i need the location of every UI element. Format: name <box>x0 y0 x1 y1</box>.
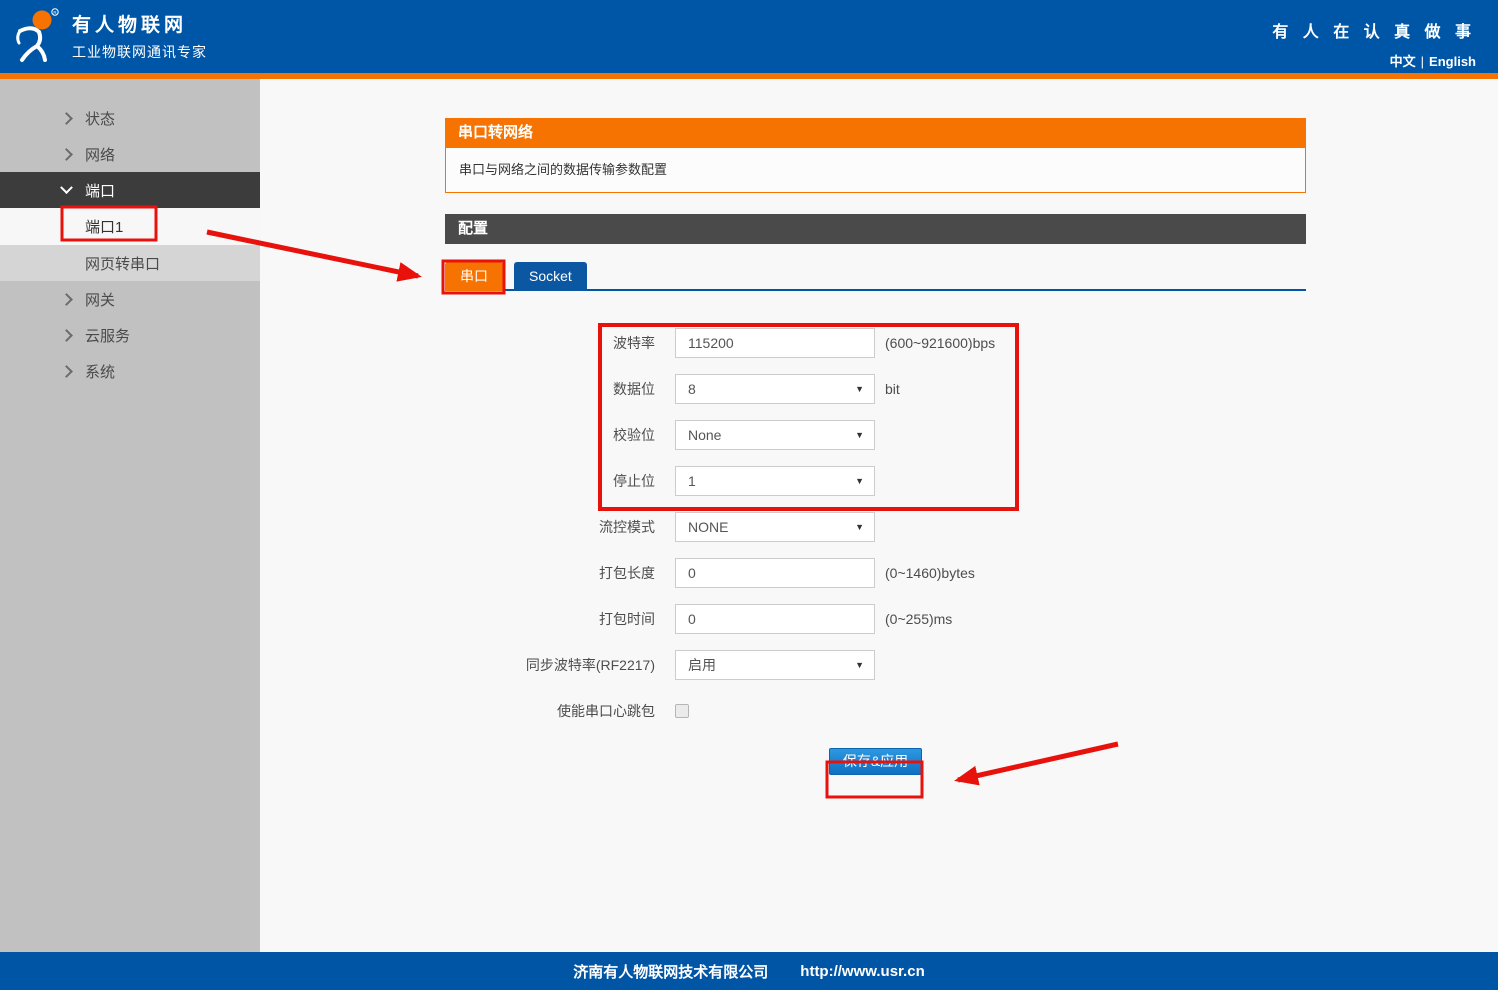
dropdown-caret-icon: ▼ <box>855 384 864 394</box>
page-description: 串口与网络之间的数据传输参数配置 <box>445 148 1306 193</box>
flow-control-select[interactable]: NONE ▼ <box>675 512 875 542</box>
stop-bits-label: 停止位 <box>613 473 655 489</box>
pack-length-hint: (0~1460)bytes <box>885 565 975 581</box>
sidebar-item-web-to-serial[interactable]: 网页转串口 <box>0 245 260 281</box>
data-bits-hint: bit <box>885 381 900 397</box>
stop-bits-select[interactable]: 1 ▼ <box>675 466 875 496</box>
brand-text: 有人物联网 工业物联网通讯专家 <box>72 10 207 62</box>
tab-socket[interactable]: Socket <box>514 262 587 291</box>
chevron-right-icon <box>60 292 73 306</box>
dropdown-caret-icon: ▼ <box>855 522 864 532</box>
sidebar-item-label: 网页转串口 <box>85 255 161 273</box>
section-header-config: 配置 <box>445 214 1306 244</box>
sidebar-item-system[interactable]: 系统 <box>0 353 260 389</box>
header-right: 有 人 在 认 真 做 事 中文 | English <box>1272 18 1476 70</box>
dropdown-caret-icon: ▼ <box>855 430 864 440</box>
sidebar-item-port1[interactable]: 端口1 <box>0 208 260 245</box>
chevron-right-icon <box>60 111 73 125</box>
sidebar-item-label: 网络 <box>85 146 116 164</box>
chevron-down-icon <box>60 180 73 194</box>
parity-selected-value: None <box>688 427 722 443</box>
form-row-heartbeat-enable: 使能串口心跳包 <box>445 696 1306 726</box>
brand-title: 有人物联网 <box>72 15 188 36</box>
sync-baud-rf2217-select[interactable]: 启用 ▼ <box>675 650 875 680</box>
dropdown-caret-icon: ▼ <box>855 476 864 486</box>
baud-rate-label: 波特率 <box>613 335 655 351</box>
parity-select[interactable]: None ▼ <box>675 420 875 450</box>
footer-url-link[interactable]: http://www.usr.cn <box>800 963 924 980</box>
form-row-stop-bits: 停止位 1 ▼ <box>445 466 1306 496</box>
tab-bar: 串口 Socket <box>445 262 1306 291</box>
header-slogan: 有 人 在 认 真 做 事 <box>1272 24 1476 41</box>
form-row-sync-baud-rf2217: 同步波特率(RF2217) 启用 ▼ <box>445 650 1306 680</box>
sync-baud-rf2217-selected-value: 启用 <box>688 657 716 673</box>
sidebar-item-label: 网关 <box>85 291 116 309</box>
chevron-right-icon <box>60 328 73 342</box>
sidebar-item-port[interactable]: 端口 <box>0 172 260 208</box>
baud-rate-hint: (600~921600)bps <box>885 335 996 351</box>
sidebar-item-network[interactable]: 网络 <box>0 136 260 172</box>
top-header: R 有人物联网 工业物联网通讯专家 有 人 在 认 真 做 事 中文 | Engli… <box>0 0 1498 73</box>
footer-company: 济南有人物联网技术有限公司 <box>573 963 769 981</box>
data-bits-select[interactable]: 8 ▼ <box>675 374 875 404</box>
lang-chinese-link[interactable]: 中文 <box>1390 54 1416 69</box>
baud-rate-input[interactable] <box>675 328 875 358</box>
pack-length-label: 打包长度 <box>599 565 655 581</box>
brand: R 有人物联网 工业物联网通讯专家 <box>12 7 207 65</box>
heartbeat-enable-checkbox[interactable] <box>675 704 689 718</box>
sidebar-item-label: 端口1 <box>85 219 124 236</box>
data-bits-selected-value: 8 <box>688 381 696 397</box>
sync-baud-rf2217-label: 同步波特率(RF2217) <box>525 657 655 673</box>
lang-english-link[interactable]: English <box>1429 54 1476 69</box>
form-row-pack-time: 打包时间 (0~255)ms <box>445 604 1306 634</box>
form-row-flow-control: 流控模式 NONE ▼ <box>445 512 1306 542</box>
pack-length-input[interactable] <box>675 558 875 588</box>
data-bits-label: 数据位 <box>613 381 655 397</box>
sidebar-item-label: 端口 <box>85 182 116 200</box>
sidebar-item-gateway[interactable]: 网关 <box>0 281 260 317</box>
sidebar-item-label: 云服务 <box>85 327 131 345</box>
sidebar-menu: 状态网络端口端口1 网页转串口网关云服务系统 <box>0 79 260 952</box>
page-footer: 济南有人物联网技术有限公司 http://www.usr.cn <box>0 952 1498 990</box>
flow-control-label: 流控模式 <box>599 519 655 535</box>
pack-time-input[interactable] <box>675 604 875 634</box>
form-row-baud-rate: 波特率 (600~921600)bps <box>445 328 1306 358</box>
flow-control-selected-value: NONE <box>688 519 729 535</box>
pack-time-hint: (0~255)ms <box>885 611 953 627</box>
sidebar-item-cloud[interactable]: 云服务 <box>0 317 260 353</box>
main-content: 串口转网络 串口与网络之间的数据传输参数配置 配置 串口 Socket 波特率 (… <box>260 79 1498 952</box>
save-row: 保存&应用 <box>445 748 1306 775</box>
sidebar-item-label: 状态 <box>85 110 116 128</box>
chevron-right-icon <box>60 147 73 161</box>
serial-settings-form: 波特率(600~921600)bps数据位8▼bit校验位None▼停止位1▼流… <box>445 328 1306 726</box>
heartbeat-enable-label: 使能串口心跳包 <box>557 703 655 719</box>
parity-label: 校验位 <box>613 427 655 443</box>
pack-time-label: 打包时间 <box>599 611 655 627</box>
form-row-pack-length: 打包长度 (0~1460)bytes <box>445 558 1306 588</box>
stop-bits-selected-value: 1 <box>688 473 696 489</box>
chevron-right-icon <box>60 364 73 378</box>
brand-subtitle: 工业物联网通讯专家 <box>72 44 207 60</box>
sidebar-item-status[interactable]: 状态 <box>0 100 260 136</box>
tab-serial[interactable]: 串口 <box>445 262 503 291</box>
save-apply-button[interactable]: 保存&应用 <box>828 748 923 775</box>
form-row-data-bits: 数据位 8 ▼ bit <box>445 374 1306 404</box>
language-switcher: 中文 | English <box>1272 51 1476 70</box>
usr-logo-icon: R <box>16 8 59 62</box>
lang-separator: | <box>1420 54 1425 69</box>
sidebar-item-label: 系统 <box>85 363 116 381</box>
page-title: 串口转网络 <box>445 118 1306 148</box>
form-row-parity: 校验位 None ▼ <box>445 420 1306 450</box>
dropdown-caret-icon: ▼ <box>855 660 864 670</box>
